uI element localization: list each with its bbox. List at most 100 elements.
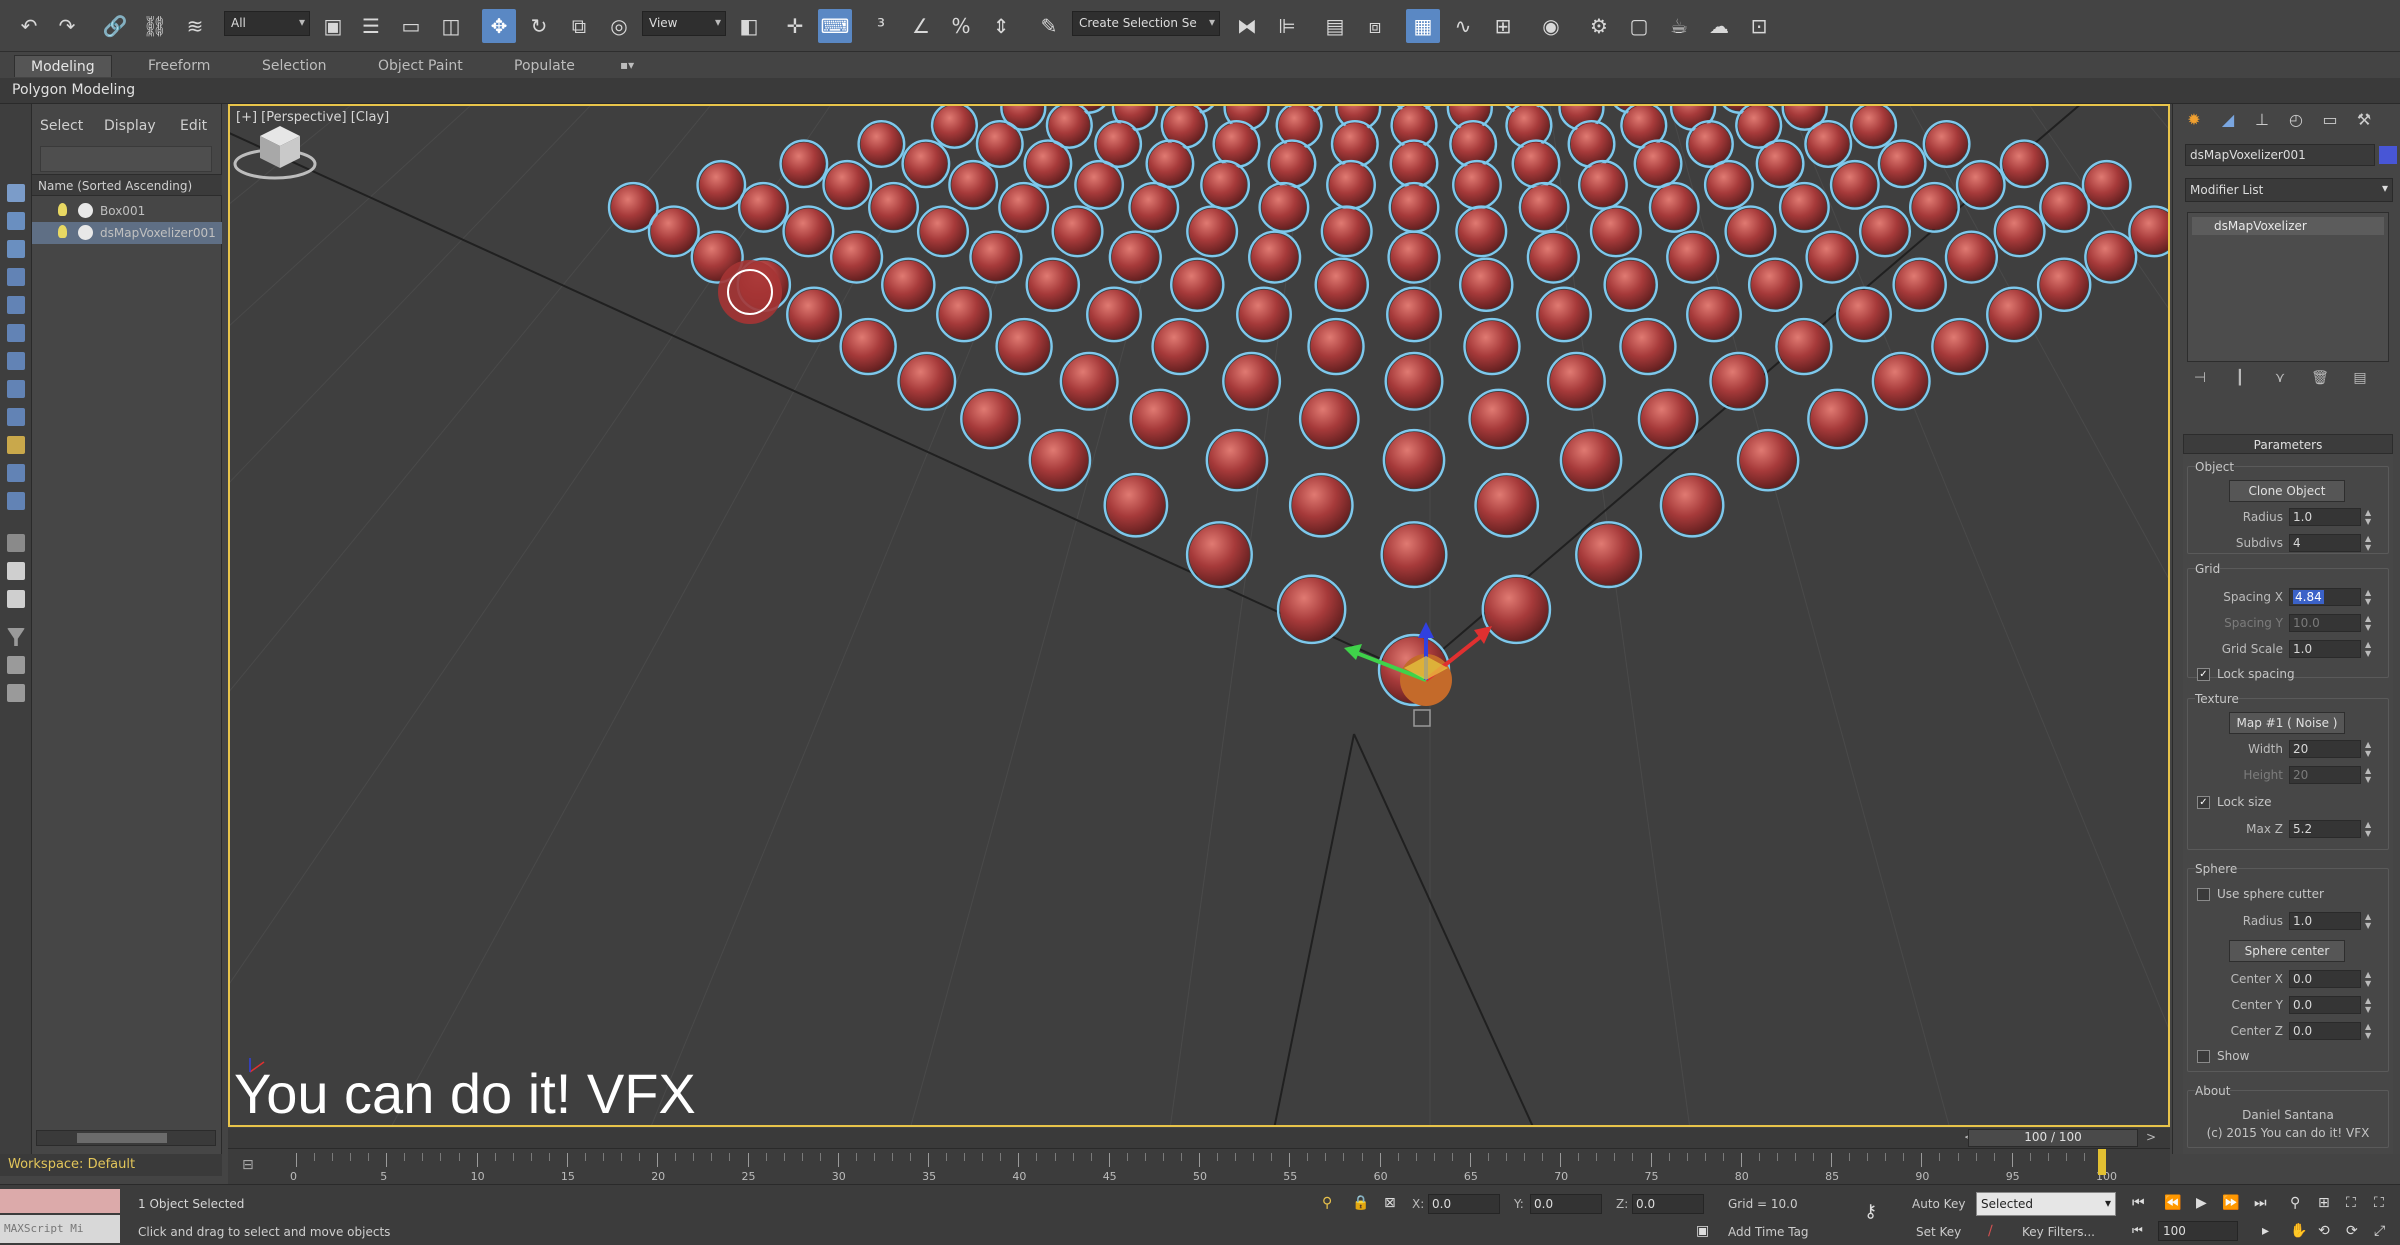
motion-tab-icon[interactable]: ◴ [2283, 110, 2309, 136]
max-z-spinner[interactable]: 5.2 [2289, 820, 2361, 838]
spinner-arrows-icon[interactable]: ▲ ▼ [2365, 740, 2375, 758]
curve-editor-icon[interactable]: ∿ [1446, 9, 1480, 43]
key-tangent-icon[interactable]: ∕ [1988, 1223, 1993, 1239]
viewcube-icon[interactable] [230, 106, 320, 196]
scrollbar-thumb[interactable] [77, 1133, 167, 1143]
modifier-stack[interactable]: dsMapVoxelizer [2187, 212, 2389, 362]
spacing-x-spinner[interactable]: 4.84 [2289, 588, 2361, 606]
orbit-subobject-icon[interactable]: ⟳ [2346, 1223, 2358, 1239]
rollout-header[interactable]: Parameters [2183, 434, 2393, 454]
light-bulb-icon[interactable] [58, 203, 67, 216]
zoom-icon[interactable]: ⚲ [2290, 1195, 2300, 1211]
subdivs-spinner[interactable]: 4 [2289, 534, 2361, 552]
key-icon[interactable]: ⚷ [1864, 1201, 1877, 1222]
radius-spinner[interactable]: 1.0 [2289, 508, 2361, 526]
schematic-view-icon[interactable]: ⊞ [1486, 9, 1520, 43]
grid-scale-spinner[interactable]: 1.0 [2289, 640, 2361, 658]
object-name-field[interactable]: dsMapVoxelizer001 [2185, 144, 2375, 166]
mirror-icon[interactable]: ⧓ [1230, 9, 1264, 43]
play-icon[interactable]: ▶ [2196, 1195, 2207, 1211]
create-tab-icon[interactable]: ✹ [2181, 110, 2207, 136]
select-object-icon[interactable]: ▣ [316, 9, 350, 43]
spacing-x-value[interactable]: 4.84 [2293, 590, 2324, 604]
tab-modeling[interactable]: Modeling [14, 55, 112, 77]
utilities-tab-icon[interactable]: ⚒ [2351, 110, 2377, 136]
lock-size-checkbox[interactable]: ✓ [2197, 796, 2210, 809]
zoom-extents-icon[interactable]: ⛶ [2346, 1195, 2356, 1211]
edit-named-sets-icon[interactable]: ✎ [1032, 9, 1066, 43]
ribbon-options-icon[interactable]: ▪▾ [604, 55, 650, 77]
percent-snap-icon[interactable]: % [944, 9, 978, 43]
pan-view-icon[interactable]: ✋ [2290, 1223, 2307, 1239]
time-slider[interactable]: < 100 / 100 > [228, 1128, 2170, 1148]
zoom-extents-all-icon[interactable]: ⛶ [2374, 1195, 2384, 1211]
viewport-scene[interactable] [230, 106, 2170, 1127]
object-color-swatch[interactable] [2379, 146, 2397, 164]
perspective-viewport[interactable]: [+] [Perspective] [Clay] You can do it! … [228, 104, 2170, 1127]
center-x-spinner[interactable]: 0.0 [2289, 970, 2361, 988]
explorer-horizontal-scrollbar[interactable] [36, 1130, 216, 1146]
spinner-arrows-icon[interactable]: ▲ ▼ [2365, 640, 2375, 658]
center-y-spinner[interactable]: 0.0 [2289, 996, 2361, 1014]
field-of-view-icon[interactable]: ▸ [2262, 1223, 2269, 1239]
sphere-radius-spinner[interactable]: 1.0 [2289, 912, 2361, 930]
groups-filter-icon[interactable] [7, 436, 25, 454]
maximize-viewport-icon[interactable]: ⤢ [2374, 1223, 2385, 1239]
toggle-ribbon-icon[interactable]: ▦ [1406, 9, 1440, 43]
next-frame-icon[interactable]: ⏩ [2222, 1195, 2239, 1211]
zoom-all-icon[interactable]: ⊞ [2318, 1195, 2330, 1211]
cameras-filter-icon[interactable] [7, 352, 25, 370]
selection-filter-dropdown[interactable]: All [224, 11, 310, 36]
explorer-menu-select[interactable]: Select [40, 118, 83, 134]
rendered-frame-icon[interactable]: ▢ [1622, 9, 1656, 43]
auto-key-button[interactable]: Auto Key [1912, 1197, 1965, 1211]
x-coord-field[interactable]: 0.0 [1428, 1194, 1500, 1214]
render-icon[interactable]: ☕ [1662, 9, 1696, 43]
maxscript-listener-output[interactable] [0, 1189, 120, 1213]
key-mode-toggle-icon[interactable]: ⏮ [2132, 1223, 2143, 1238]
tab-selection[interactable]: Selection [246, 55, 343, 77]
helpers-filter-icon[interactable] [7, 380, 25, 398]
go-to-start-icon[interactable]: ⏮ [2132, 1195, 2145, 1211]
toggle-scene-explorer-icon[interactable]: ▤ [1318, 9, 1352, 43]
select-move-icon[interactable]: ✥ [482, 9, 516, 43]
window-crossing-icon[interactable]: ◫ [434, 9, 468, 43]
texture-map-button[interactable]: Map #1 ( Noise ) [2229, 712, 2345, 734]
time-slider-next-icon[interactable]: > [2146, 1130, 2156, 1144]
keyboard-shortcut-icon[interactable]: ⌨ [818, 9, 852, 43]
spinner-snap-icon[interactable]: ⇕ [984, 9, 1018, 43]
spinner-arrows-icon[interactable]: ▲ ▼ [2365, 534, 2375, 552]
light-bulb-icon[interactable] [58, 225, 67, 238]
modifier-list-dropdown[interactable]: Modifier List [2185, 178, 2393, 202]
render-setup-icon[interactable]: ⚙ [1582, 9, 1616, 43]
select-scale-icon[interactable]: ⧉ [562, 9, 596, 43]
track-bar[interactable]: ⊟ 0 5 10 15 20 25 30 35 40 45 50 55 60 65 70 75 80 85 90 95… [228, 1148, 2170, 1184]
spinner-arrows-icon[interactable]: ▲ ▼ [2365, 970, 2375, 988]
explorer-item-dsmapvoxelizer001[interactable]: dsMapVoxelizer001 [32, 222, 222, 244]
mini-curve-editor-icon[interactable]: ⊟ [242, 1157, 254, 1173]
maxscript-listener-input[interactable]: MAXScript Mi [0, 1215, 120, 1243]
previous-frame-icon[interactable]: ⏪ [2164, 1195, 2181, 1211]
spinner-arrows-icon[interactable]: ▲ ▼ [2365, 1022, 2375, 1040]
explorer-item-box001[interactable]: Box001 [32, 200, 222, 222]
explorer-menu-edit[interactable]: Edit [180, 118, 207, 134]
select-by-name-icon[interactable]: ☰ [354, 9, 388, 43]
pin-stack-icon[interactable]: ⊣ [2187, 370, 2213, 386]
spinner-arrows-icon[interactable]: ▲ ▼ [2365, 996, 2375, 1014]
a360-icon[interactable]: ⊡ [1742, 9, 1776, 43]
show-checkbox[interactable] [2197, 1050, 2210, 1063]
frozen-filter-icon[interactable] [7, 562, 25, 580]
named-selection-dropdown[interactable]: Create Selection Se [1072, 11, 1220, 36]
select-rotate-icon[interactable]: ↻ [522, 9, 556, 43]
sphere-center-button[interactable]: Sphere center [2229, 940, 2345, 962]
lights-filter-icon[interactable] [7, 324, 25, 342]
key-mode-dropdown[interactable]: Selected [1976, 1192, 2116, 1216]
rect-region-icon[interactable]: ▭ [394, 9, 428, 43]
spinner-arrows-icon[interactable]: ▲ ▼ [2365, 588, 2375, 606]
geometry-filter-icon[interactable] [7, 268, 25, 286]
find-icon[interactable] [7, 656, 25, 674]
unlink-icon[interactable]: ⛓ [138, 9, 172, 43]
key-filters-button[interactable]: Key Filters... [2022, 1225, 2095, 1239]
use-pivot-center-icon[interactable]: ◧ [732, 9, 766, 43]
display-all-icon[interactable] [7, 212, 25, 230]
